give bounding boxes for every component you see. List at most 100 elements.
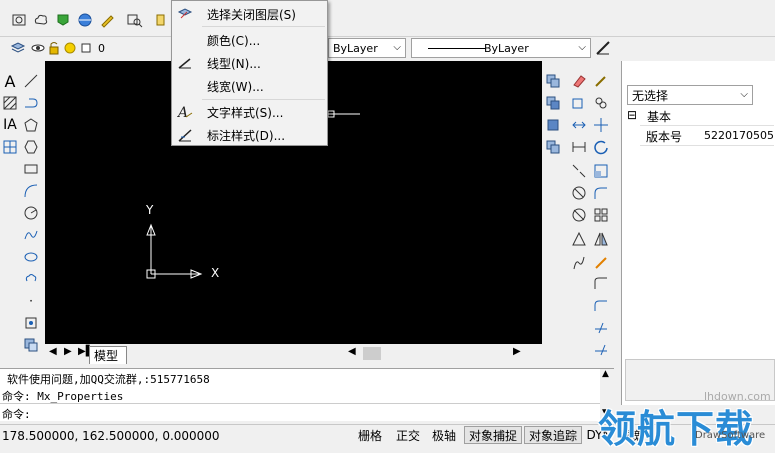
otrack-toggle[interactable]: 对象追踪	[524, 426, 582, 444]
selection-combo[interactable]: 无选择 ⌵	[627, 85, 753, 105]
new-drawing-icon[interactable]	[10, 11, 28, 29]
zoom-window-icon[interactable]	[126, 11, 144, 29]
make-block-icon[interactable]	[22, 336, 40, 354]
tab-model[interactable]: 模型	[89, 346, 128, 364]
linetype-combo[interactable]: ByLayer ⌵	[328, 38, 406, 58]
linetype-icon	[178, 58, 191, 69]
divide-icon[interactable]	[570, 206, 588, 224]
h-scroll-thumb[interactable]	[363, 347, 381, 360]
text-icon[interactable]: A	[1, 72, 19, 91]
break-icon[interactable]	[570, 162, 588, 180]
mtext-icon[interactable]: IA	[1, 116, 19, 134]
lineweight-combo[interactable]: ByLayer ⌵	[411, 38, 591, 58]
layer-previous-icon[interactable]	[544, 94, 562, 112]
polar-toggle[interactable]: 极轴	[428, 426, 460, 444]
group-name: 基本	[647, 110, 672, 124]
copy-icon[interactable]	[570, 94, 588, 112]
array-icon[interactable]	[592, 206, 610, 224]
scale-icon[interactable]	[592, 162, 610, 180]
tab-first-icon[interactable]: ◀	[49, 346, 57, 357]
offset-icon[interactable]	[570, 116, 588, 134]
watermark-corner: DrawSoftware	[695, 430, 766, 441]
ortho-toggle[interactable]: 正交	[392, 426, 424, 444]
break-at-point-icon[interactable]	[592, 340, 610, 358]
join-icon[interactable]	[592, 296, 610, 314]
menu-label: 标注样式(D)...	[207, 128, 286, 143]
scroll-up-icon[interactable]: ▲	[602, 369, 609, 379]
polygon-icon[interactable]	[22, 116, 40, 134]
property-name: 版本号	[646, 130, 683, 144]
globe-icon[interactable]	[76, 11, 94, 29]
revcloud-icon[interactable]	[22, 270, 40, 288]
layer-combo[interactable]: 0	[94, 38, 174, 58]
chevron-down-icon: ⌵	[393, 42, 401, 53]
table-icon[interactable]	[1, 138, 19, 156]
layer-off-icon	[177, 8, 193, 19]
menu-lineweight[interactable]: 线宽(W)...	[172, 76, 327, 96]
menu-label: 选择关闭图层(S)	[207, 7, 296, 22]
menu-label: 文字样式(S)...	[207, 105, 284, 120]
erase-icon[interactable]	[570, 72, 588, 90]
layout-tabs-bar: ◀ ▶ ▶▌ 模型 ◀ ▶	[45, 345, 542, 364]
menu-dim-style[interactable]: 标注样式(D)...	[172, 125, 327, 145]
chamfer-icon[interactable]	[570, 230, 588, 248]
property-row[interactable]: 版本号 5220170505	[640, 125, 774, 146]
arc-icon[interactable]	[22, 182, 40, 200]
region-icon[interactable]	[22, 138, 40, 156]
layer-manager-icon[interactable]	[9, 39, 27, 57]
circle-icon[interactable]	[22, 204, 40, 222]
stretch-icon[interactable]	[570, 138, 588, 156]
rotate-icon[interactable]	[592, 138, 610, 156]
ellipse-icon[interactable]	[22, 248, 40, 266]
group-toggle-icon[interactable]: ⊟	[627, 108, 637, 122]
draw-toolbar: A IA ·	[0, 70, 44, 360]
command-input-row[interactable]: 命令:	[0, 403, 600, 421]
block-icon[interactable]	[152, 11, 170, 29]
rectangle-icon[interactable]	[22, 160, 40, 178]
text-style-icon: A	[177, 105, 193, 120]
mirror-icon[interactable]	[592, 94, 610, 112]
pencil-icon[interactable]	[98, 11, 116, 29]
green-shape-icon[interactable]	[54, 11, 72, 29]
command-prompt: 命令:	[2, 408, 31, 421]
copy-layer-icon[interactable]	[544, 72, 562, 90]
lineweight-icon[interactable]	[594, 39, 612, 57]
command-history-line-1: 软件使用问题,加QQ交流群,:515771658	[7, 373, 210, 386]
layer-color-icon[interactable]	[77, 39, 95, 57]
chevron-down-icon: ⌵	[740, 89, 748, 100]
spline-icon[interactable]	[22, 226, 40, 244]
trim-icon[interactable]	[570, 254, 588, 272]
osnap-toggle[interactable]: 对象捕捉	[464, 426, 522, 444]
scroll-right-icon[interactable]: ▶	[513, 346, 521, 357]
measure-icon[interactable]	[570, 184, 588, 202]
watermark: lhdown.com 领航下载 DrawSoftware	[598, 384, 775, 451]
layer-walk-icon[interactable]	[544, 138, 562, 156]
grid-toggle[interactable]: 栅格	[354, 426, 386, 444]
hatch-icon[interactable]	[1, 94, 19, 112]
standard-toolbar	[0, 0, 775, 37]
extend-icon[interactable]	[592, 274, 610, 292]
coordinate-readout: 178.500000, 162.500000, 0.000000	[2, 429, 220, 443]
move-icon[interactable]	[592, 116, 610, 134]
mirror-axis-icon[interactable]	[592, 230, 610, 248]
lineweight-value: ByLayer	[484, 42, 529, 55]
scroll-left-icon[interactable]: ◀	[348, 346, 356, 357]
cloud-icon[interactable]	[32, 11, 50, 29]
line-icon[interactable]	[22, 72, 40, 90]
fillet-icon[interactable]	[592, 184, 610, 202]
polyline-icon[interactable]	[22, 94, 40, 112]
match-prop-icon[interactable]	[592, 72, 610, 90]
command-window: 软件使用问题,加QQ交流群,:515771658 命令: Mx_Properti…	[0, 368, 614, 421]
menu-select-layer-off[interactable]: 选择关闭图层(S)	[172, 4, 327, 24]
layer-isolate-icon[interactable]	[544, 116, 562, 134]
menu-text-style[interactable]: A 文字样式(S)...	[172, 102, 327, 122]
lengthen-icon[interactable]	[592, 318, 610, 336]
menu-color[interactable]: 颜色(C)...	[172, 30, 327, 50]
menu-linetype[interactable]: 线型(N)...	[172, 53, 327, 73]
modify-toolbar	[542, 70, 620, 360]
point-icon[interactable]: ·	[22, 292, 40, 310]
insert-block-icon[interactable]	[22, 314, 40, 332]
dim-style-icon	[178, 129, 192, 142]
tab-prev-icon[interactable]: ▶	[64, 346, 72, 357]
explode-icon[interactable]	[592, 254, 610, 272]
